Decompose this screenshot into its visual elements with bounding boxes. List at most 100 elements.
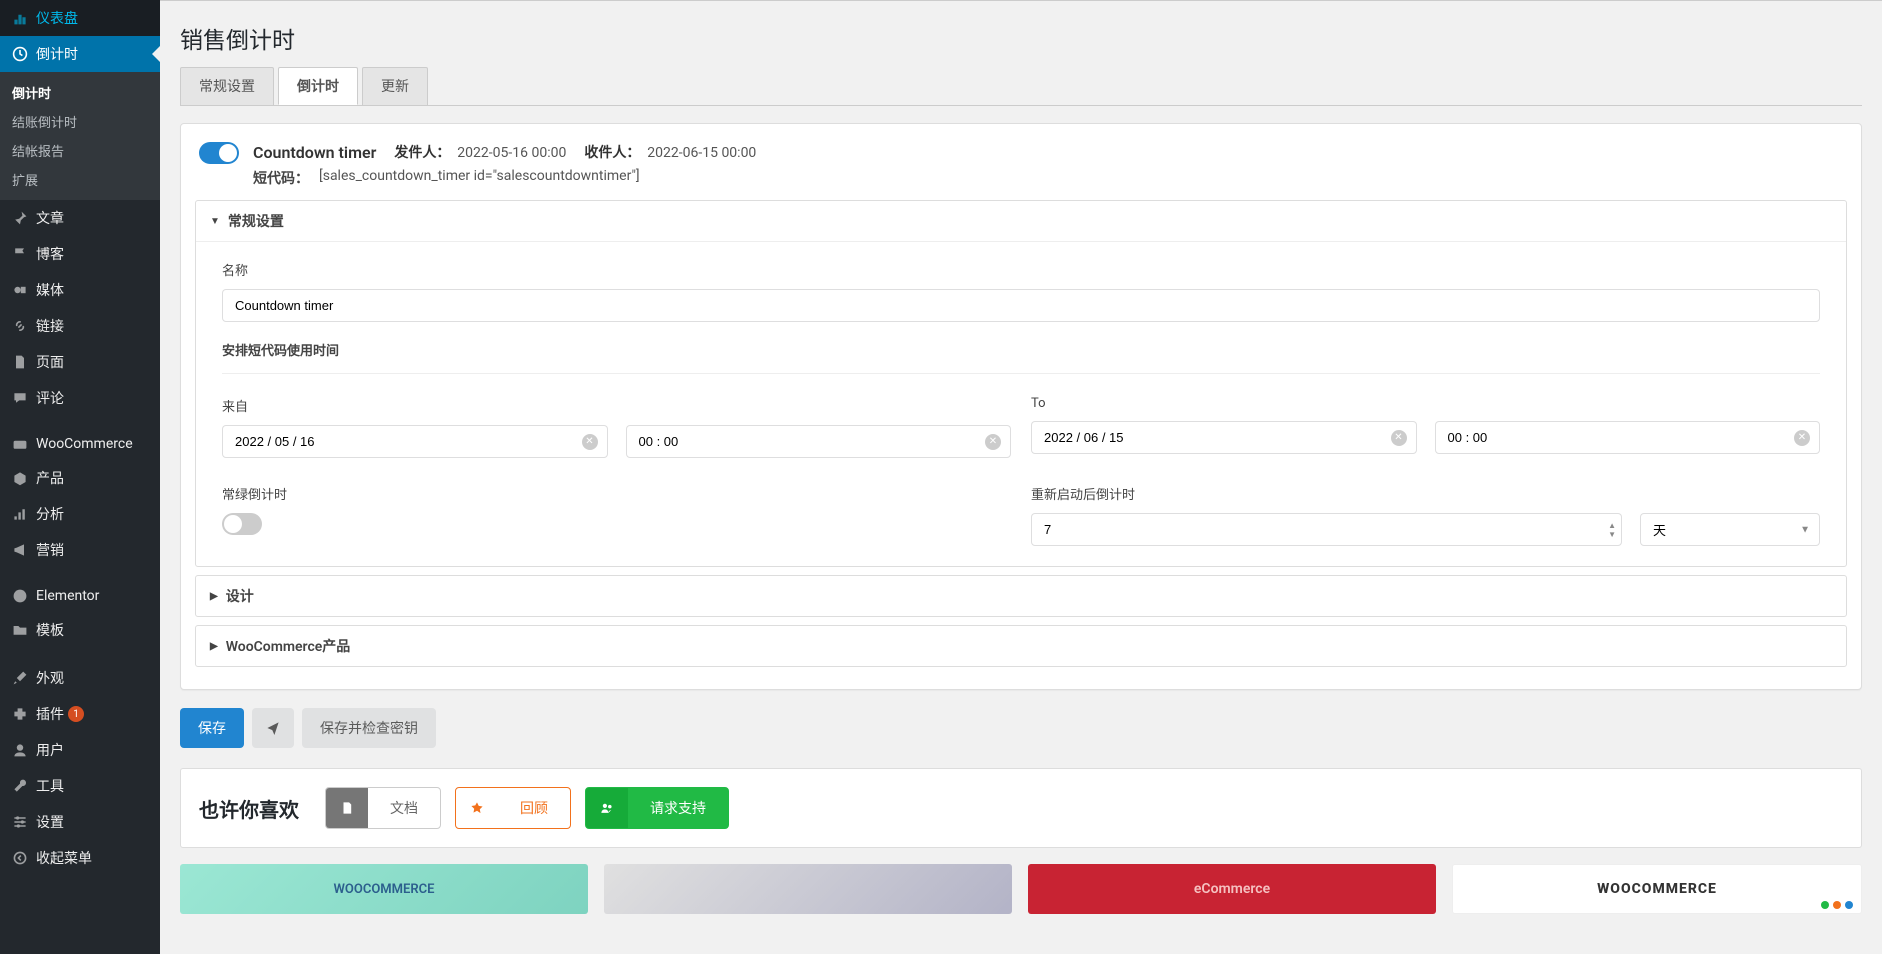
sidebar-item-users[interactable]: 用户 xyxy=(0,732,160,768)
tab-countdown[interactable]: 倒计时 xyxy=(278,67,358,105)
sidebar-item-dashboard[interactable]: 仪表盘 xyxy=(0,0,160,36)
promo-card[interactable]: WOOCOMMERCE xyxy=(1452,864,1862,914)
sidebar-item-pages[interactable]: 页面 xyxy=(0,344,160,380)
shortcode-value: [sales_countdown_timer id="salescountdow… xyxy=(319,168,640,188)
footer-card: 也许你喜欢 文档 回顾 请求支持 xyxy=(180,768,1862,848)
sidebar-item-products[interactable]: 产品 xyxy=(0,460,160,496)
sidebar-item-tools[interactable]: 工具 xyxy=(0,768,160,804)
promo-row: WOOCOMMERCE eCommerce WOOCOMMERCE xyxy=(180,864,1862,914)
sidebar-item-collapse[interactable]: 收起菜单 xyxy=(0,840,160,876)
submenu-item-extensions[interactable]: 扩展 xyxy=(0,165,160,194)
sidebar-item-countdown[interactable]: 倒计时 xyxy=(0,36,160,72)
media-icon xyxy=(10,282,30,298)
submenu-item-checkout-report[interactable]: 结帐报告 xyxy=(0,136,160,165)
page-title: 销售倒计时 xyxy=(180,1,1862,67)
brush-icon xyxy=(10,670,30,686)
submenu-item-checkout-countdown[interactable]: 结账倒计时 xyxy=(0,107,160,136)
folder-icon xyxy=(10,622,30,638)
support-button[interactable]: 请求支持 xyxy=(585,787,729,829)
sidebar-submenu: 倒计时 结账倒计时 结帐报告 扩展 xyxy=(0,72,160,200)
sidebar-item-links[interactable]: 链接 xyxy=(0,308,160,344)
docs-button[interactable]: 文档 xyxy=(325,787,441,829)
sidebar-item-plugins[interactable]: 插件 1 xyxy=(0,696,160,732)
promo-card[interactable]: eCommerce xyxy=(1028,864,1436,914)
sidebar-label: 文章 xyxy=(36,208,64,228)
section-woocommerce-header[interactable]: ▶ WooCommerce产品 xyxy=(196,626,1846,666)
section-general-header[interactable]: ▼ 常规设置 xyxy=(196,201,1846,241)
number-spinner[interactable]: ▲▼ xyxy=(1608,521,1616,539)
from-value: 2022-05-16 00:00 xyxy=(457,145,566,161)
woo-icon xyxy=(10,436,30,452)
save-check-button[interactable]: 保存并检查密钥 xyxy=(302,708,436,748)
from-time-input[interactable] xyxy=(626,425,1012,458)
to-time-input[interactable] xyxy=(1435,421,1821,454)
sidebar-item-media[interactable]: 媒体 xyxy=(0,272,160,308)
caret-right-icon: ▶ xyxy=(210,641,218,652)
sidebar-label: 用户 xyxy=(36,740,64,760)
to-field-label: To xyxy=(1031,396,1820,411)
to-date-input[interactable] xyxy=(1031,421,1417,454)
wrench-icon xyxy=(10,778,30,794)
sidebar-item-posts[interactable]: 文章 xyxy=(0,200,160,236)
section-woocommerce: ▶ WooCommerce产品 xyxy=(195,625,1847,667)
sidebar-label: 页面 xyxy=(36,352,64,372)
comment-icon xyxy=(10,390,30,406)
evergreen-toggle[interactable] xyxy=(222,513,262,535)
clear-icon[interactable]: ✕ xyxy=(582,434,598,450)
file-icon xyxy=(326,788,368,828)
sidebar-item-blog[interactable]: 博客 xyxy=(0,236,160,272)
promo-card[interactable] xyxy=(604,864,1012,914)
sidebar-label: 收起菜单 xyxy=(36,848,92,868)
sidebar-item-templates[interactable]: 模板 xyxy=(0,612,160,648)
sidebar-item-settings[interactable]: 设置 xyxy=(0,804,160,840)
sidebar-label: 分析 xyxy=(36,504,64,524)
docs-label: 文档 xyxy=(368,788,440,828)
caret-down-icon: ▼ xyxy=(210,216,220,227)
name-input[interactable] xyxy=(222,289,1820,322)
sidebar-item-marketing[interactable]: 营销 xyxy=(0,532,160,568)
elementor-icon xyxy=(10,588,30,604)
promo-card[interactable]: WOOCOMMERCE xyxy=(180,864,588,914)
update-badge: 1 xyxy=(68,706,84,722)
sidebar-item-appearance[interactable]: 外观 xyxy=(0,660,160,696)
clear-icon[interactable]: ✕ xyxy=(1794,430,1810,446)
timer-title: Countdown timer xyxy=(253,143,376,162)
save-button[interactable]: 保存 xyxy=(180,708,244,748)
footer-title: 也许你喜欢 xyxy=(199,794,299,823)
clear-icon[interactable]: ✕ xyxy=(1391,430,1407,446)
section-title: 设计 xyxy=(226,586,254,606)
sidebar-item-elementor[interactable]: Elementor xyxy=(0,580,160,612)
sidebar-item-analytics[interactable]: 分析 xyxy=(0,496,160,532)
sidebar-item-comments[interactable]: 评论 xyxy=(0,380,160,416)
sidebar-item-woocommerce[interactable]: WooCommerce xyxy=(0,428,160,460)
sidebar-label: 营销 xyxy=(36,540,64,560)
restart-value-input[interactable] xyxy=(1031,513,1622,546)
section-general: ▼ 常规设置 名称 安排短代码使用时间 来自 xyxy=(195,200,1847,567)
dashboard-icon xyxy=(10,10,30,26)
name-label: 名称 xyxy=(222,260,1820,279)
sidebar-label: 产品 xyxy=(36,468,64,488)
nav-tabs: 常规设置 倒计时 更新 xyxy=(180,67,1862,106)
schedule-label: 安排短代码使用时间 xyxy=(222,340,1820,359)
evergreen-label: 常绿倒计时 xyxy=(222,484,1011,503)
page-icon xyxy=(10,354,30,370)
review-button[interactable]: 回顾 xyxy=(455,787,571,829)
clear-icon[interactable]: ✕ xyxy=(985,434,1001,450)
sidebar-label: 博客 xyxy=(36,244,64,264)
send-icon-button[interactable] xyxy=(252,708,294,748)
sidebar-label: 评论 xyxy=(36,388,64,408)
section-design-header[interactable]: ▶ 设计 xyxy=(196,576,1846,616)
section-title: 常规设置 xyxy=(228,211,284,231)
from-field-label: 来自 xyxy=(222,396,1011,415)
star-icon xyxy=(456,788,498,828)
from-date-input[interactable] xyxy=(222,425,608,458)
restart-unit-select[interactable] xyxy=(1640,513,1820,546)
sidebar-label: 外观 xyxy=(36,668,64,688)
tab-general[interactable]: 常规设置 xyxy=(180,67,274,105)
section-design: ▶ 设计 xyxy=(195,575,1847,617)
send-icon xyxy=(266,721,280,735)
sidebar-label: 设置 xyxy=(36,812,64,832)
tab-update[interactable]: 更新 xyxy=(362,67,428,105)
submenu-item-countdown[interactable]: 倒计时 xyxy=(0,78,160,107)
timer-enable-toggle[interactable] xyxy=(199,142,239,164)
